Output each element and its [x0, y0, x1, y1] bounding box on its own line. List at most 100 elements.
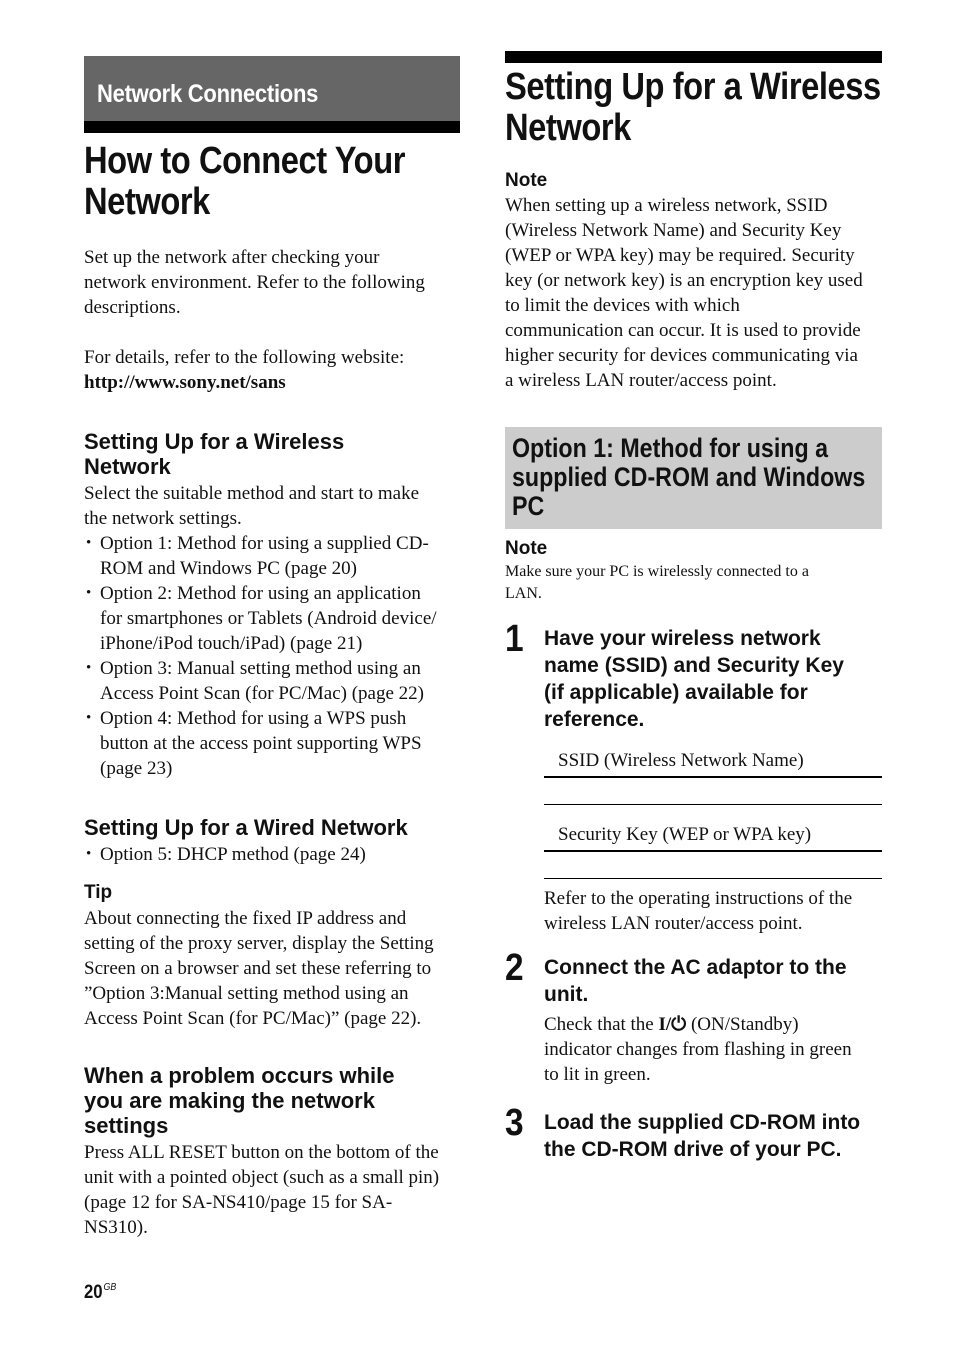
step-1: 1 Have your wireless network name (SSID)… — [505, 619, 882, 936]
right-title-line: Network — [505, 107, 631, 149]
note-label: Note — [505, 538, 548, 559]
step-1-body: Refer to the operating instructions of t… — [544, 886, 882, 936]
step-title-line: Connect the AC adaptor to the — [544, 956, 847, 979]
note2-section: Note Make sure your PC is wirelessly con… — [505, 537, 882, 605]
wireless-options-list: Option 1: Method for using a supplied CD… — [84, 531, 460, 781]
list-item: Option 1: Method for using a supplied CD… — [84, 531, 460, 581]
step-number: 1 — [505, 618, 524, 660]
problem-line: (page 12 for SA-NS410/page 15 for SA- — [84, 1192, 393, 1213]
details-text: For details, refer to the following webs… — [84, 347, 405, 368]
website-link[interactable]: http://www.sony.net/sans — [84, 370, 460, 395]
tip-line: setting of the proxy server, display the… — [84, 933, 434, 954]
step-title-line: the CD-ROM drive of your PC. — [544, 1138, 842, 1161]
wired-options-list: Option 5: DHCP method (page 24) — [84, 842, 460, 867]
tip-line: Screen on a browser and set these referr… — [84, 958, 432, 979]
problem-line: NS310). — [84, 1217, 148, 1238]
security-key-field-label: Security Key (WEP or WPA key) — [544, 822, 882, 852]
tip-section: Tip About connecting the fixed IP addres… — [84, 881, 460, 1031]
power-standby-icon: I/⏻ — [658, 1014, 687, 1035]
intro-line: Set up the network after checking your — [84, 247, 380, 268]
list-item-line: Option 5: DHCP method (page 24) — [100, 844, 366, 865]
security-key-field: Security Key (WEP or WPA key) — [544, 822, 882, 879]
note-line: (Wireless Network Name) and Security Key — [505, 220, 842, 241]
note-line: (WEP or WPA key) may be required. Securi… — [505, 245, 855, 266]
wired-heading: Setting Up for a Wired Network — [84, 815, 408, 840]
ssid-field: SSID (Wireless Network Name) — [544, 748, 882, 805]
wireless-heading: Network — [84, 454, 171, 479]
step-title-line: unit. — [544, 983, 589, 1006]
list-item-line: Access Point Scan (for PC/Mac) (page 22) — [100, 683, 424, 704]
right-column: Setting Up for a Wireless Network Note W… — [505, 51, 882, 1163]
note-line: LAN. — [505, 585, 542, 602]
list-item-line: ROM and Windows PC (page 20) — [100, 558, 357, 579]
list-item-line: Option 4: Method for using a WPS push — [100, 708, 407, 729]
tip-line: Access Point Scan (for PC/Mac)” (page 22… — [84, 1008, 422, 1029]
note-line: key (or network key) is an encryption ke… — [505, 270, 863, 291]
step-title-line: Have your wireless network — [544, 627, 821, 650]
intro-line: descriptions. — [84, 297, 181, 318]
ssid-write-line[interactable] — [544, 778, 882, 805]
wired-section: Setting Up for a Wired Network Option 5:… — [84, 815, 460, 867]
intro-paragraph: Set up the network after checking your n… — [84, 245, 460, 320]
list-item-line: Option 3: Manual setting method using an — [100, 658, 421, 679]
list-item: Option 3: Manual setting method using an… — [84, 656, 460, 706]
step-body-prefix: Check that the — [544, 1014, 659, 1035]
section-label: Network Connections — [97, 80, 319, 108]
note-line: Make sure your PC is wirelessly connecte… — [505, 563, 809, 580]
page-title-line: Network — [84, 181, 210, 223]
page-number-value: 20 — [84, 1282, 103, 1303]
details-paragraph: For details, refer to the following webs… — [84, 345, 460, 395]
step-2: 2 Connect the AC adaptor to the unit. Ch… — [505, 948, 882, 1087]
tip-label: Tip — [84, 882, 113, 903]
step-body-line: Check that the I/⏻ (ON/Standby) — [544, 1012, 882, 1037]
step-number: 2 — [505, 947, 524, 989]
option-heading-line: PC — [512, 491, 545, 521]
step-body-line: to lit in green. — [544, 1064, 651, 1085]
wireless-section: Setting Up for a Wireless Network Select… — [84, 429, 460, 781]
intro-line: network environment. Refer to the follow… — [84, 272, 425, 293]
list-item: Option 5: DHCP method (page 24) — [84, 842, 460, 867]
step-body-line: Refer to the operating instructions of t… — [544, 888, 853, 909]
list-item-line: Option 2: Method for using an applicatio… — [100, 583, 421, 604]
left-column: Network Connections How to Connect Your … — [84, 56, 460, 1240]
step-body-suffix: (ON/Standby) — [686, 1014, 799, 1035]
list-item-line: for smartphones or Tablets (Android devi… — [100, 608, 437, 629]
option-heading-line: supplied CD-ROM and Windows — [512, 462, 866, 492]
right-title-line: Setting Up for a Wireless — [505, 66, 881, 108]
wireless-intro-line: the network settings. — [84, 508, 242, 529]
security-key-write-line[interactable] — [544, 852, 882, 879]
step-title-line: (if applicable) available for — [544, 681, 808, 704]
tip-line: About connecting the fixed IP address an… — [84, 908, 407, 929]
tip-line: ”Option 3:Manual setting method using an — [84, 983, 409, 1004]
wireless-intro-line: Select the suitable method and start to … — [84, 483, 420, 504]
section-header-band: Network Connections — [84, 56, 460, 121]
note-line: communication can occur. It is used to p… — [505, 320, 861, 341]
step-3: 3 Load the supplied CD-ROM into the CD-R… — [505, 1103, 882, 1163]
problem-line: Press ALL RESET button on the bottom of … — [84, 1142, 439, 1163]
problem-section: When a problem occurs while you are maki… — [84, 1063, 460, 1240]
note-line: a wireless LAN router/access point. — [505, 370, 777, 391]
step-number: 3 — [505, 1102, 524, 1144]
right-title: Setting Up for a Wireless Network — [505, 67, 882, 149]
problem-heading: When a problem occurs while — [84, 1063, 395, 1088]
problem-heading: settings — [84, 1113, 169, 1138]
step-title-line: name (SSID) and Security Key — [544, 654, 844, 677]
note-label: Note — [505, 170, 548, 191]
option-heading-box: Option 1: Method for using a supplied CD… — [505, 427, 882, 529]
title-top-bar — [505, 51, 882, 63]
list-item: Option 4: Method for using a WPS push bu… — [84, 706, 460, 781]
ssid-field-label: SSID (Wireless Network Name) — [544, 748, 882, 778]
page-title: How to Connect Your Network — [84, 141, 460, 223]
note-line: higher security for devices communicatin… — [505, 345, 858, 366]
list-item-line: iPhone/iPod touch/iPad) (page 21) — [100, 633, 363, 654]
page-title-line: How to Connect Your — [84, 140, 406, 182]
step-title-line: reference. — [544, 708, 645, 731]
list-item-line: Option 1: Method for using a supplied CD… — [100, 533, 429, 554]
list-item: Option 2: Method for using an applicatio… — [84, 581, 460, 656]
note-line: to limit the devices with which — [505, 295, 740, 316]
step-body-line: indicator changes from flashing in green — [544, 1039, 852, 1060]
page-region-suffix: GB — [103, 1282, 117, 1293]
list-item-line: button at the access point supporting WP… — [100, 733, 422, 754]
problem-line: unit with a pointed object (such as a sm… — [84, 1167, 440, 1188]
section-divider-bar — [84, 121, 460, 133]
